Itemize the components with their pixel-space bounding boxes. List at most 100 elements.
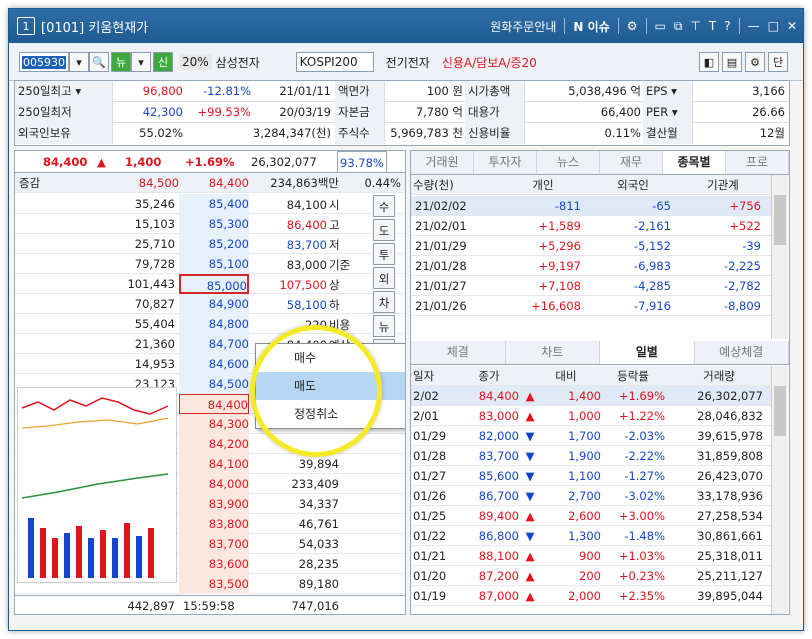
daily-row[interactable]: 01/20 87,200 ▲ 200 +0.23% 25,211,127: [411, 566, 771, 586]
tab-daily-0[interactable]: 체결: [411, 341, 506, 364]
settings-icon[interactable]: ⚙: [745, 52, 765, 72]
scrollbar[interactable]: [771, 175, 788, 339]
search-icon[interactable]: 🔍: [89, 52, 109, 72]
investor-row[interactable]: 21/02/01 +1,589 -2,161 +522: [411, 216, 771, 236]
copy-window-icon[interactable]: ⧉: [674, 19, 683, 34]
scroll-thumb[interactable]: [774, 195, 786, 245]
bid-price[interactable]: 84,400: [179, 394, 249, 414]
info-label[interactable]: EPS ▾: [643, 81, 693, 102]
bid-price[interactable]: 83,800: [179, 514, 249, 534]
daily-header-cell[interactable]: 등락률: [601, 366, 665, 386]
daily-header-cell[interactable]: 종가: [461, 366, 517, 386]
issue-link[interactable]: N 이슈: [573, 18, 609, 35]
ask-price[interactable]: 85,400: [179, 194, 249, 214]
font-icon[interactable]: T: [709, 19, 716, 33]
divider: [564, 18, 566, 34]
investor-header-cell[interactable]: 수량(천): [413, 175, 499, 195]
bid-price[interactable]: 83,900: [179, 494, 249, 514]
investor-header-cell[interactable]: 기관계: [683, 175, 763, 195]
tab-daily-2[interactable]: 일별: [600, 341, 695, 364]
scroll-thumb[interactable]: [774, 386, 786, 436]
bid-price[interactable]: 83,700: [179, 534, 249, 554]
orderbook-header-cell: 0.44%: [364, 176, 401, 190]
ask-price[interactable]: 85,000: [179, 274, 249, 294]
layout-icon[interactable]: ▭: [655, 19, 666, 33]
order-notice-link[interactable]: 원화주문안내: [490, 18, 556, 35]
side-button[interactable]: 투: [373, 243, 395, 265]
daily-row[interactable]: 01/27 85,600 ▼ 1,100 -1.27% 26,423,070: [411, 466, 771, 486]
daily-header-cell[interactable]: 일자: [413, 366, 453, 386]
ask-price[interactable]: 85,300: [179, 214, 249, 234]
daily-row[interactable]: 01/26 86,700 ▼ 2,700 -3.02% 33,178,936: [411, 486, 771, 506]
tab-daily-3[interactable]: 예상체결: [695, 341, 789, 364]
daily-row[interactable]: 01/25 89,400 ▲ 2,600 +3.00% 27,258,534: [411, 506, 771, 526]
ask-price[interactable]: 84,500: [179, 374, 249, 394]
bid-price[interactable]: 84,200: [179, 434, 249, 454]
chevron-down-icon[interactable]: ▾: [131, 52, 151, 72]
new-listing-badge[interactable]: 뉴: [111, 52, 131, 72]
layout-icon[interactable]: ◧: [699, 52, 719, 72]
daily-date: 01/21: [413, 549, 447, 563]
daily-row[interactable]: 01/22 86,800 ▼ 1,300 -1.48% 30,861,661: [411, 526, 771, 546]
investor-header-cell[interactable]: 외국인: [593, 175, 673, 195]
side-button[interactable]: 뉴: [373, 315, 395, 337]
daily-header-cell[interactable]: 거래량: [671, 366, 767, 386]
daily-row[interactable]: 2/02 84,400 ▲ 1,400 +1.69% 26,302,077: [411, 386, 771, 406]
minimize-icon[interactable]: —: [748, 19, 760, 33]
tab-investor-4[interactable]: 종목별: [663, 151, 726, 174]
investor-row[interactable]: 21/01/29 +5,296 -5,152 -39: [411, 236, 771, 256]
info-label: 시가총액: [465, 81, 525, 102]
tab-investor-5[interactable]: 프로: [726, 151, 789, 174]
tab-investor-3[interactable]: 재무: [600, 151, 663, 174]
info-date: 20/03/19: [279, 105, 331, 119]
daily-row[interactable]: 01/28 83,700 ▼ 1,900 -2.22% 31,859,808: [411, 446, 771, 466]
pin-icon[interactable]: ⊤: [690, 19, 700, 33]
stock-code-input[interactable]: 005930: [19, 52, 69, 72]
tab-daily-1[interactable]: 차트: [506, 341, 600, 364]
investor-row[interactable]: 21/01/28 +9,197 -6,983 -2,225: [411, 256, 771, 276]
current-price: 84,400: [43, 155, 88, 169]
title-bar: 1 [0101] 키움현재가 원화주문안내 N 이슈 ⚙ ▭ ⧉ ⊤ T ? —…: [9, 9, 803, 43]
bid-price[interactable]: 83,600: [179, 554, 249, 574]
daily-header-cell[interactable]: 대비: [531, 366, 601, 386]
info-label[interactable]: PER ▾: [643, 102, 693, 123]
maximize-icon[interactable]: □: [768, 19, 779, 33]
investor-row[interactable]: 21/01/26 +16,608 -7,916 -8,809: [411, 296, 771, 316]
daily-row[interactable]: 01/19 87,000 ▲ 2,000 +2.35% 39,895,044: [411, 586, 771, 606]
ask-price[interactable]: 84,600: [179, 354, 249, 374]
investor-row[interactable]: 21/02/02 -811 -65 +756: [411, 196, 771, 216]
bid-price[interactable]: 84,300: [179, 414, 249, 434]
side-button[interactable]: 외: [373, 267, 395, 289]
ask-price[interactable]: 85,200: [179, 234, 249, 254]
ask-price[interactable]: 84,900: [179, 294, 249, 314]
bid-price[interactable]: 83,500: [179, 574, 249, 594]
info-label[interactable]: 250일최고 ▾: [15, 81, 113, 102]
tab-investor-2[interactable]: 뉴스: [537, 151, 600, 174]
side-button[interactable]: 차: [373, 291, 395, 313]
scrollbar[interactable]: [771, 366, 788, 614]
ask-price[interactable]: 84,700: [179, 334, 249, 354]
investor-header-cell[interactable]: 개인: [503, 175, 583, 195]
daily-volume: 33,178,936: [697, 489, 763, 503]
close-icon[interactable]: ✕: [787, 19, 797, 33]
divider: [645, 18, 647, 34]
ask-price[interactable]: 84,800: [179, 314, 249, 334]
daily-row[interactable]: 01/21 88,100 ▲ 900 +1.03% 25,318,011: [411, 546, 771, 566]
bid-price[interactable]: 84,000: [179, 474, 249, 494]
daily-row[interactable]: 2/01 83,000 ▲ 1,000 +1.22% 28,046,832: [411, 406, 771, 426]
daily-row[interactable]: 01/29 82,000 ▼ 1,700 -2.03% 39,615,978: [411, 426, 771, 446]
credit-badge[interactable]: 신: [153, 52, 173, 72]
ask-price[interactable]: 85,100: [179, 254, 249, 274]
single-view-button[interactable]: 단: [768, 52, 788, 72]
side-button[interactable]: 도: [373, 219, 395, 241]
daily-rate: -2.22%: [624, 449, 665, 463]
help-icon[interactable]: ?: [724, 19, 730, 33]
side-button[interactable]: 수: [373, 195, 395, 217]
settings-icon[interactable]: ⚙: [627, 19, 638, 33]
bid-price[interactable]: 84,100: [179, 454, 249, 474]
chevron-down-icon[interactable]: ▾: [69, 52, 89, 72]
tab-investor-1[interactable]: 투자자: [474, 151, 537, 174]
save-icon[interactable]: ▤: [722, 52, 742, 72]
investor-row[interactable]: 21/01/27 +7,108 -4,285 -2,782: [411, 276, 771, 296]
tab-investor-0[interactable]: 거래원: [411, 151, 474, 174]
